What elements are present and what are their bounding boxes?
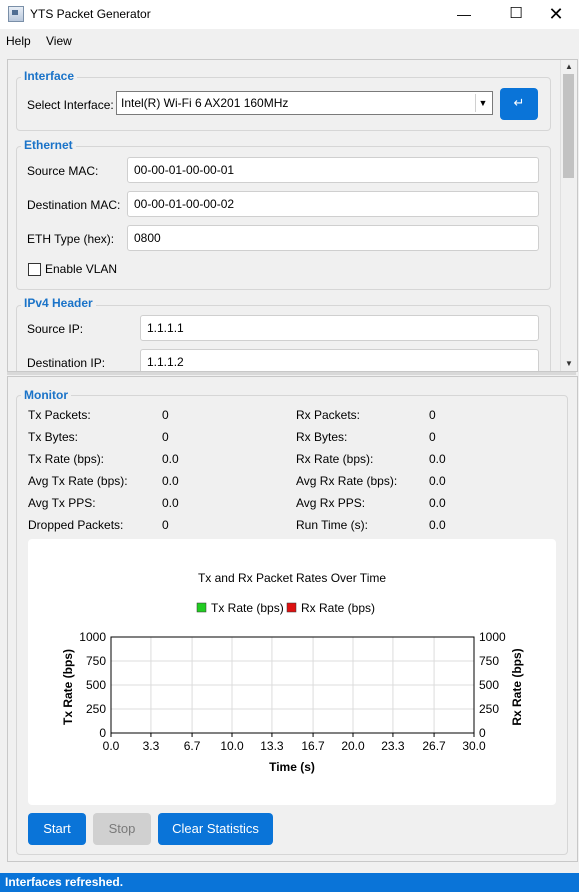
tx-stat-label: Tx Bytes: [28,430,79,444]
x-tick-label: 0.0 [103,739,120,753]
vlan-checkbox[interactable] [28,263,41,276]
dest-mac-label: Destination MAC: [27,198,121,212]
y-axis-left-label: Tx Rate (bps) [61,649,75,725]
x-tick-label: 6.7 [184,739,201,753]
config-scroll-area[interactable]: Interface Select Interface: Intel(R) Wi-… [7,59,578,372]
refresh-button[interactable]: ↵ [500,88,538,120]
rx-stat-value: 0 [429,430,436,444]
monitor-title: Monitor [21,388,71,402]
y-left-tick-label: 1000 [79,630,106,644]
rates-chart: Tx and Rx Packet Rates Over Time Tx Rate… [61,571,524,774]
y-left-tick-label: 750 [86,654,106,668]
menu-view[interactable]: View [46,34,72,48]
y-left-tick-label: 250 [86,702,106,716]
x-tick-label: 30.0 [462,739,486,753]
clear-statistics-button[interactable]: Clear Statistics [158,813,273,845]
source-mac-label: Source MAC: [27,164,99,178]
interface-group-title: Interface [21,69,78,83]
tx-stat-value: 0 [162,408,169,422]
y-right-tick-label: 750 [479,654,499,668]
tx-stat-value: 0.0 [162,452,179,466]
x-tick-label: 3.3 [143,739,160,753]
status-bar: Interfaces refreshed. [0,873,579,892]
y-right-tick-label: 0 [479,726,486,740]
y-right-tick-label: 500 [479,678,499,692]
tx-stat-value: 0 [162,430,169,444]
ipv4-group-title: IPv4 Header [21,296,96,310]
tx-stat-label: Avg Tx Rate (bps): [28,474,128,488]
rx-stat-value: 0.0 [429,518,446,532]
rx-stat-label: Run Time (s): [296,518,369,532]
x-tick-label: 16.7 [301,739,325,753]
y-axis-right-label: Rx Rate (bps) [510,648,524,725]
chevron-down-icon: ▼ [475,94,490,112]
dest-ip-label: Destination IP: [27,356,106,370]
source-ip-label: Source IP: [27,322,84,336]
interface-select[interactable]: Intel(R) Wi-Fi 6 AX201 160MHz ▼ [116,91,493,115]
refresh-icon: ↵ [513,95,525,110]
y-right-tick-label: 250 [479,702,499,716]
y-left-tick-label: 0 [99,726,106,740]
source-mac-field[interactable]: 00-00-01-00-00-01 [127,157,539,183]
x-axis-label: Time (s) [269,760,315,774]
tx-stat-value: 0 [162,518,169,532]
x-tick-label: 20.0 [341,739,365,753]
splitter-handle[interactable] [7,372,576,375]
rx-stat-value: 0.0 [429,474,446,488]
x-tick-label: 23.3 [381,739,405,753]
rx-stat-label: Rx Rate (bps): [296,452,374,466]
ethernet-group-title: Ethernet [21,138,76,152]
x-tick-label: 13.3 [260,739,284,753]
tx-stat-value: 0.0 [162,496,179,510]
y-left-tick-label: 500 [86,678,106,692]
chart-title: Tx and Rx Packet Rates Over Time [198,571,386,585]
dest-ip-field[interactable]: 1.1.1.2 [140,349,539,371]
eth-type-label: ETH Type (hex): [27,232,115,246]
x-tick-label: 26.7 [422,739,446,753]
legend-tx-label: Tx Rate (bps) [211,601,284,615]
legend-tx-swatch [196,602,207,613]
menu-bar: Help View [0,29,579,53]
interface-select-value: Intel(R) Wi-Fi 6 AX201 160MHz [121,96,289,110]
title-bar: YTS Packet Generator — ☐ ✕ [0,0,579,29]
monitor-panel: Monitor Tx Packets: 0 Tx Bytes: 0 Tx Rate (b… [7,376,578,862]
rx-stat-label: Avg Rx PPS: [296,496,366,510]
tx-stat-label: Dropped Packets: [28,518,124,532]
rx-stat-label: Rx Bytes: [296,430,348,444]
dest-mac-field[interactable]: 00-00-01-00-00-02 [127,191,539,217]
stop-button[interactable]: Stop [93,813,151,845]
app-icon [8,6,24,22]
rx-stat-label: Avg Rx Rate (bps): [296,474,398,488]
scroll-down-icon[interactable]: ▼ [561,357,577,371]
plot-area: 0.0 3.3 6.7 10.0 13.3 16.7 20.0 23.3 26.7 30.00 02… [79,630,506,753]
tx-stat-label: Tx Packets: [28,408,91,422]
chart-panel: Tx and Rx Packet Rates Over Time Tx Rate… [28,539,556,805]
close-button[interactable]: ✕ [533,0,579,29]
x-tick-label: 10.0 [220,739,244,753]
menu-help[interactable]: Help [6,34,31,48]
vlan-label: Enable VLAN [45,262,118,276]
rx-stat-value: 0.0 [429,452,446,466]
rx-stat-value: 0 [429,408,436,422]
select-interface-label: Select Interface: [27,98,114,112]
tx-stat-label: Tx Rate (bps): [28,452,105,466]
legend-rx-label: Rx Rate (bps) [301,601,375,615]
tx-stat-label: Avg Tx PPS: [28,496,96,510]
eth-type-field[interactable]: 0800 [127,225,539,251]
scroll-up-icon[interactable]: ▲ [561,60,577,74]
scroll-thumb[interactable] [563,74,574,178]
legend-rx-swatch [286,602,297,613]
y-right-tick-label: 1000 [479,630,506,644]
start-button[interactable]: Start [28,813,86,845]
rx-stat-value: 0.0 [429,496,446,510]
tx-stat-value: 0.0 [162,474,179,488]
minimize-button[interactable]: — [441,0,487,29]
window-title: YTS Packet Generator [30,7,151,21]
source-ip-field[interactable]: 1.1.1.1 [140,315,539,341]
rx-stat-label: Rx Packets: [296,408,361,422]
vertical-scrollbar[interactable]: ▲ ▼ [560,60,577,371]
